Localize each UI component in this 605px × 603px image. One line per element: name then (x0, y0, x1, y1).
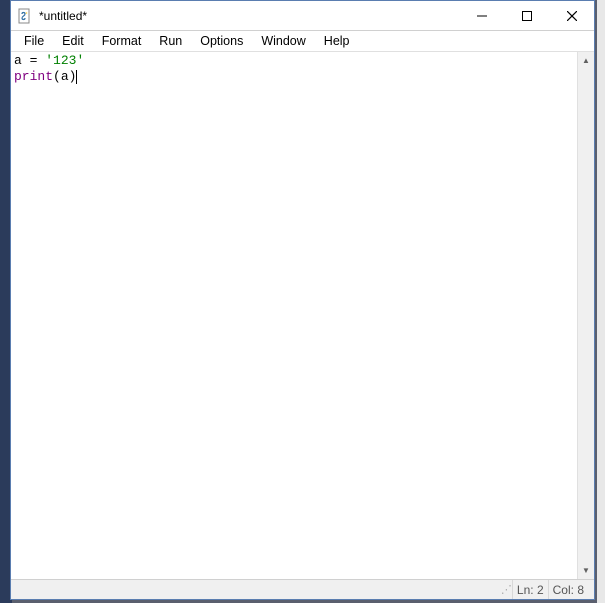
code-token-string: '123' (45, 53, 84, 68)
status-col-label: Col: (553, 583, 574, 597)
menu-window[interactable]: Window (252, 33, 314, 49)
code-token-argument: a (61, 69, 69, 84)
menu-options[interactable]: Options (191, 33, 252, 49)
scroll-up-arrow[interactable]: ▲ (578, 52, 594, 69)
status-ln-label: Ln: (517, 583, 534, 597)
idle-editor-window: *untitled* File Edit Format Run Options … (10, 0, 595, 600)
code-editor[interactable]: a = '123' print(a) (11, 52, 577, 579)
status-column: Col: 8 (548, 580, 588, 599)
vertical-scrollbar[interactable]: ▲ ▼ (577, 52, 594, 579)
menu-file[interactable]: File (15, 33, 53, 49)
text-cursor (76, 70, 77, 84)
maximize-button[interactable] (504, 1, 549, 30)
code-token-paren-close: ) (69, 69, 77, 84)
window-title: *untitled* (39, 9, 459, 23)
code-token-variable: a (14, 53, 22, 68)
menu-format[interactable]: Format (93, 33, 151, 49)
menu-edit[interactable]: Edit (53, 33, 93, 49)
minimize-button[interactable] (459, 1, 504, 30)
menubar: File Edit Format Run Options Window Help (11, 31, 594, 51)
status-col-value: 8 (577, 583, 584, 597)
scroll-down-arrow[interactable]: ▼ (578, 562, 594, 579)
python-file-icon (17, 8, 33, 24)
menu-help[interactable]: Help (315, 33, 359, 49)
code-token-builtin: print (14, 69, 53, 84)
status-ln-value: 2 (537, 583, 544, 597)
window-controls (459, 1, 594, 30)
titlebar[interactable]: *untitled* (11, 1, 594, 31)
code-token-paren-open: ( (53, 69, 61, 84)
status-grip-icon: ⋰ (498, 583, 512, 596)
status-line: Ln: 2 (512, 580, 548, 599)
editor-container: a = '123' print(a) ▲ ▼ (11, 51, 594, 579)
close-button[interactable] (549, 1, 594, 30)
menu-run[interactable]: Run (150, 33, 191, 49)
statusbar: ⋰ Ln: 2 Col: 8 (11, 579, 594, 599)
